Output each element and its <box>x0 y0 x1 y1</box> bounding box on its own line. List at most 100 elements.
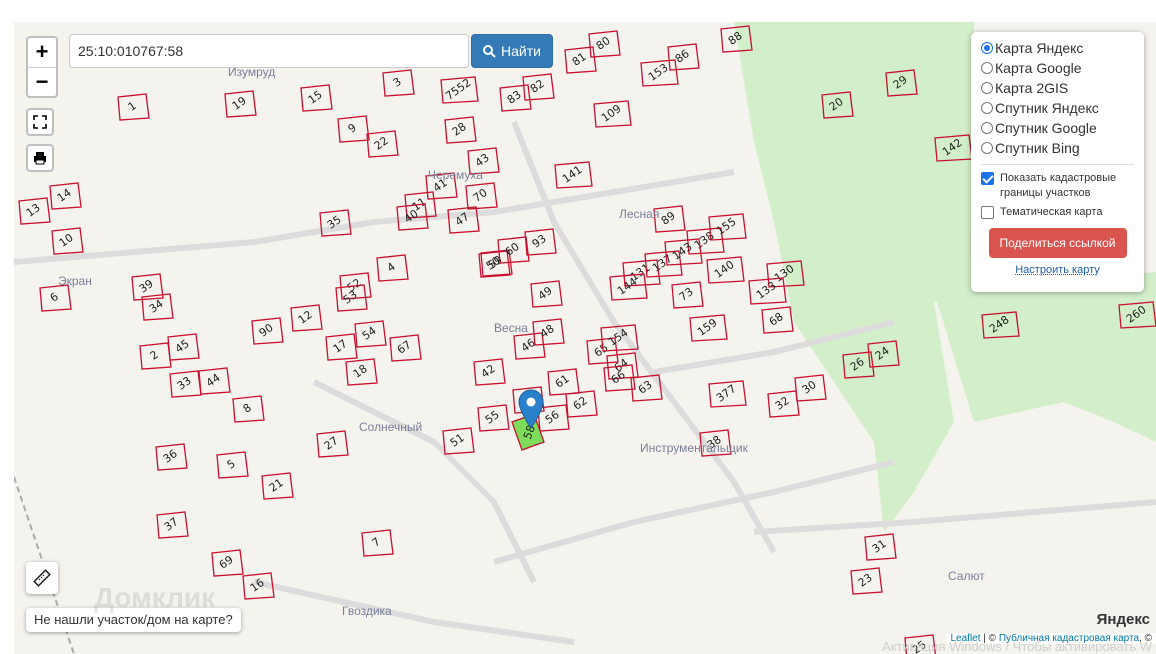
radio-bing-satellite[interactable] <box>981 142 993 154</box>
thematic-option[interactable]: Тематическая карта <box>981 205 1134 220</box>
cadastral-plot[interactable]: 2 <box>139 342 172 370</box>
search-button[interactable]: Найти <box>471 34 553 68</box>
cadastral-plot[interactable]: 69 <box>211 549 244 577</box>
cadastral-plot[interactable]: 51 <box>442 427 475 455</box>
cadastral-plot[interactable]: 62 <box>565 390 598 418</box>
layer-option-google-satellite[interactable]: Спутник Google <box>981 118 1134 138</box>
cadastral-plot[interactable]: 8 <box>232 395 265 423</box>
zoom-out-button[interactable]: − <box>28 67 56 96</box>
search-icon <box>483 44 496 58</box>
cadastral-plot[interactable]: 1 <box>117 93 150 121</box>
cadastral-plot[interactable]: 83 <box>499 84 532 112</box>
cadastral-plot[interactable]: 17 <box>325 333 358 361</box>
cadastral-plot[interactable]: 5 <box>216 451 249 479</box>
radio-2gis-map[interactable] <box>981 82 993 94</box>
cadastral-plot[interactable]: 27 <box>316 430 349 458</box>
cadastral-plot[interactable]: 21 <box>261 472 294 500</box>
cadastral-plot[interactable]: 155 <box>708 213 747 241</box>
cadastral-plot[interactable]: 153 <box>640 59 679 87</box>
plot-number: 36 <box>161 447 180 466</box>
zoom-in-button[interactable]: + <box>28 38 56 67</box>
setup-map-link[interactable]: Настроить карту <box>981 264 1134 276</box>
cadastral-plot[interactable]: 55 <box>477 404 510 432</box>
cadastral-plot[interactable]: 7552 <box>440 76 479 104</box>
cadastral-plot[interactable]: 46 <box>513 332 546 360</box>
cadastral-plot[interactable]: 48 <box>532 318 565 346</box>
show-cadastral-option[interactable]: Показать кадастровые границы участков <box>981 171 1134 201</box>
layer-label: Карта 2GIS <box>995 80 1069 96</box>
cadastral-plot[interactable]: 81 <box>564 46 597 74</box>
cadastral-plot[interactable]: 14 <box>49 182 82 210</box>
plot-number: 140 <box>712 258 737 281</box>
cadastral-plot[interactable]: 32 <box>767 390 800 418</box>
cadastral-plot[interactable]: 44 <box>198 367 231 395</box>
thematic-checkbox[interactable] <box>981 206 994 219</box>
cadastral-plot[interactable]: 141 <box>554 161 593 189</box>
print-button[interactable] <box>26 144 54 172</box>
cadastral-plot[interactable]: 140 <box>706 256 745 284</box>
cadastral-plot[interactable]: 60 <box>497 236 530 264</box>
plot-number: 48 <box>538 322 557 341</box>
map-canvas[interactable]: 1 2 3 4 5 6 7 8 9 10 11 12 13 14 15 16 17 18 19 20 21 22 23 24 2… <box>14 22 1156 654</box>
cadastral-plot[interactable]: 12 <box>290 304 323 332</box>
show-cadastral-label: Показать кадастровые границы участков <box>1000 172 1117 199</box>
cadastral-plot[interactable]: 42 <box>473 358 506 386</box>
cadastral-plot[interactable]: 159 <box>689 314 728 342</box>
zoom-control: + − <box>26 36 58 98</box>
cadastral-plot[interactable]: 28 <box>444 116 477 144</box>
cadastral-plot[interactable]: 377 <box>708 380 747 408</box>
fullscreen-button[interactable] <box>26 108 54 136</box>
cadastral-plot[interactable]: 93 <box>524 228 557 256</box>
measure-button[interactable] <box>26 562 58 594</box>
cadastral-plot[interactable]: 18 <box>345 358 378 386</box>
show-cadastral-checkbox[interactable] <box>981 172 994 185</box>
cadastral-plot[interactable]: 36 <box>155 443 188 471</box>
layer-option-yandex-map[interactable]: Карта Яндекс <box>981 38 1134 58</box>
map-marker[interactable] <box>518 389 544 434</box>
layer-option-google-map[interactable]: Карта Google <box>981 58 1134 78</box>
cadastral-plot[interactable]: 61 <box>547 368 580 396</box>
layer-option-2gis-map[interactable]: Карта 2GIS <box>981 78 1134 98</box>
cadastral-plot[interactable]: 7 <box>361 529 394 557</box>
layer-option-bing-satellite[interactable]: Спутник Bing <box>981 138 1134 158</box>
radio-google-map[interactable] <box>981 62 993 74</box>
cadastral-plot[interactable]: 73 <box>671 281 704 309</box>
cadastral-plot[interactable]: 109 <box>593 100 632 128</box>
plot-number: 141 <box>560 163 585 186</box>
cadastral-plot[interactable]: 23 <box>850 567 883 595</box>
plot-number: 68 <box>767 310 786 329</box>
cadastral-plot[interactable]: 3 <box>382 69 415 97</box>
plot-number: 19 <box>230 94 249 113</box>
cadastral-plot[interactable]: 49 <box>530 280 563 308</box>
plot-number: 73 <box>677 285 696 304</box>
ruler-icon <box>33 569 51 587</box>
cadastral-plot[interactable]: 54 <box>354 320 387 348</box>
cadastral-plot[interactable]: 22 <box>366 130 399 158</box>
plot-number: 159 <box>695 316 720 339</box>
share-link-button[interactable]: Поделиться ссылкой <box>988 228 1127 258</box>
radio-google-satellite[interactable] <box>981 122 993 134</box>
radio-yandex-satellite[interactable] <box>981 102 993 114</box>
cadastral-plot[interactable]: 90 <box>251 317 284 345</box>
radio-yandex-map[interactable] <box>981 42 993 54</box>
cadastral-plot[interactable]: 10 <box>51 227 84 255</box>
cadastral-plot[interactable]: 4 <box>376 254 409 282</box>
cadastral-plot[interactable]: 9 <box>337 115 370 143</box>
plot-number: 63 <box>636 378 655 397</box>
cadastral-plot[interactable]: 31 <box>864 533 897 561</box>
cadastral-plot[interactable]: 30 <box>794 374 827 402</box>
cadastral-plot[interactable]: 86 <box>667 43 700 71</box>
cadastral-plot[interactable]: 33 <box>169 370 202 398</box>
cadastral-plot[interactable]: 37 <box>156 511 189 539</box>
cadastral-search-input[interactable] <box>69 34 469 68</box>
cadastral-plot[interactable]: 45 <box>167 333 200 361</box>
cadastral-plot[interactable]: 68 <box>761 306 794 334</box>
cadastral-plot[interactable]: 15 <box>300 84 333 112</box>
plot-number: 55 <box>483 408 502 427</box>
cadastral-plot[interactable]: 70 <box>465 182 498 210</box>
layer-option-yandex-satellite[interactable]: Спутник Яндекс <box>981 98 1134 118</box>
cadastral-plot[interactable]: 19 <box>224 90 257 118</box>
cadastral-plot[interactable]: 13 <box>18 197 51 225</box>
cadastral-plot[interactable]: 6 <box>39 284 72 312</box>
cadastral-plot[interactable]: 67 <box>389 334 422 362</box>
